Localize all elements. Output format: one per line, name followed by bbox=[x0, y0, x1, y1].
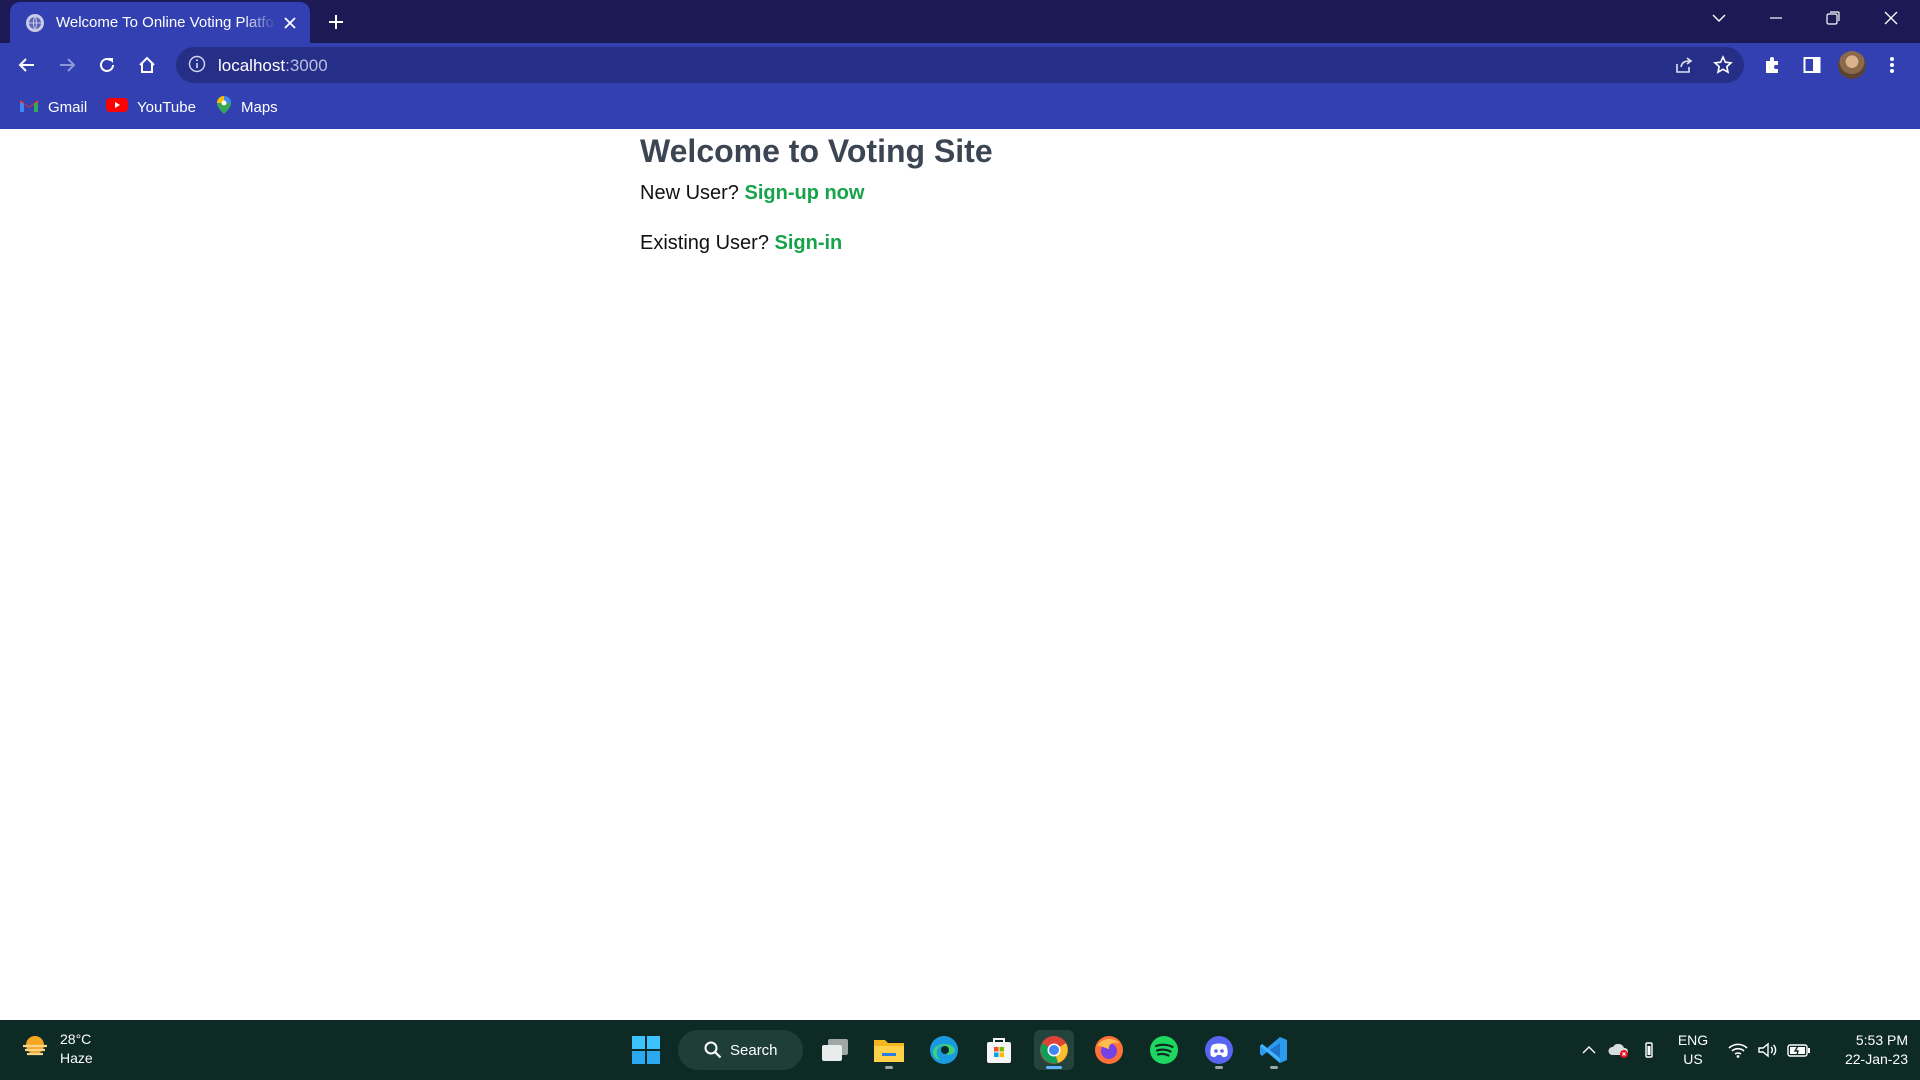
taskbar-search-label: Search bbox=[730, 1041, 778, 1059]
keyboard-region: US bbox=[1683, 1051, 1703, 1067]
clock[interactable]: 5:53 PM 22-Jan-23 bbox=[1822, 1020, 1912, 1080]
profile-avatar[interactable] bbox=[1838, 51, 1866, 79]
vscode-icon[interactable] bbox=[1254, 1030, 1294, 1070]
clock-time: 5:53 PM bbox=[1855, 1032, 1908, 1048]
show-hidden-icons-chevron-up-icon[interactable] bbox=[1578, 1020, 1600, 1080]
new-user-prompt: New User? bbox=[640, 182, 739, 204]
browser-tabstrip: Welcome To Online Voting Platform bbox=[0, 0, 1920, 43]
weather-temperature: 28°C bbox=[60, 1031, 92, 1047]
volume-icon[interactable] bbox=[1756, 1020, 1780, 1080]
youtube-icon bbox=[106, 97, 128, 118]
haze-weather-icon bbox=[20, 1034, 50, 1065]
welcome-container: Welcome to Voting Site New User? Sign-up… bbox=[640, 131, 993, 257]
weather-widget[interactable]: 28°C Haze bbox=[20, 1030, 93, 1068]
signup-link[interactable]: Sign-up now bbox=[744, 182, 864, 204]
forward-icon[interactable] bbox=[52, 50, 82, 80]
back-icon[interactable] bbox=[12, 50, 42, 80]
wifi-icon[interactable] bbox=[1726, 1020, 1750, 1080]
more-menu-icon[interactable] bbox=[1877, 50, 1907, 80]
windows-taskbar: 28°C Haze Search ENG US 5:53 PM 22-Jan-2… bbox=[0, 1020, 1920, 1080]
close-tab-icon[interactable] bbox=[280, 13, 300, 33]
maps-icon bbox=[216, 95, 232, 120]
onedrive-error-icon[interactable] bbox=[1606, 1020, 1632, 1080]
bookmark-star-icon[interactable] bbox=[1711, 53, 1735, 77]
running-indicator bbox=[885, 1066, 893, 1069]
chrome-icon[interactable] bbox=[1034, 1030, 1074, 1070]
running-indicator bbox=[1215, 1066, 1223, 1069]
edge-icon[interactable] bbox=[924, 1030, 964, 1070]
weather-condition: Haze bbox=[60, 1050, 93, 1066]
bookmark-maps[interactable]: Maps bbox=[216, 95, 278, 120]
taskbar-search[interactable]: Search bbox=[678, 1030, 803, 1070]
language-code: ENG bbox=[1677, 1032, 1709, 1048]
home-icon[interactable] bbox=[132, 50, 162, 80]
url-host: localhost bbox=[218, 56, 286, 75]
existing-user-prompt: Existing User? bbox=[640, 232, 769, 254]
usb-device-icon[interactable] bbox=[1638, 1020, 1660, 1080]
new-tab-button[interactable] bbox=[324, 10, 348, 34]
bookmark-label: Gmail bbox=[48, 98, 88, 116]
search-icon bbox=[704, 1041, 722, 1059]
site-info-icon[interactable] bbox=[188, 55, 208, 75]
signin-link[interactable]: Sign-in bbox=[775, 232, 843, 254]
url-port: :3000 bbox=[285, 56, 328, 75]
minimize-icon[interactable] bbox=[1753, 0, 1799, 36]
bookmark-label: YouTube bbox=[137, 98, 196, 116]
firefox-icon[interactable] bbox=[1089, 1030, 1129, 1070]
browser-toolbar: localhost:3000 bbox=[0, 43, 1920, 86]
share-icon[interactable] bbox=[1672, 53, 1696, 77]
running-indicator bbox=[1270, 1066, 1278, 1069]
browser-tab[interactable]: Welcome To Online Voting Platform bbox=[10, 2, 310, 43]
globe-icon bbox=[26, 13, 44, 32]
signin-line: Existing User? Sign-in bbox=[640, 229, 993, 257]
reload-icon[interactable] bbox=[92, 50, 122, 80]
file-explorer-icon[interactable] bbox=[869, 1030, 909, 1070]
battery-charging-icon[interactable] bbox=[1786, 1020, 1812, 1080]
windows-start-icon bbox=[632, 1036, 660, 1064]
spotify-icon[interactable] bbox=[1144, 1030, 1184, 1070]
active-indicator bbox=[1046, 1066, 1062, 1069]
url-text: localhost:3000 bbox=[218, 56, 328, 76]
close-window-icon[interactable] bbox=[1868, 0, 1914, 36]
tab-search-icon[interactable] bbox=[1696, 0, 1742, 36]
tab-title: Welcome To Online Voting Platform bbox=[56, 14, 276, 31]
clock-date: 22-Jan-23 bbox=[1844, 1051, 1908, 1067]
side-panel-icon[interactable] bbox=[1797, 50, 1827, 80]
bookmark-gmail[interactable]: Gmail bbox=[19, 96, 87, 118]
language-indicator[interactable]: ENG US bbox=[1668, 1020, 1718, 1080]
discord-icon[interactable] bbox=[1199, 1030, 1239, 1070]
bookmarks-bar: Gmail YouTube Maps bbox=[0, 86, 1920, 129]
address-bar[interactable]: localhost:3000 bbox=[176, 47, 1744, 83]
bookmark-youtube[interactable]: YouTube bbox=[106, 96, 196, 118]
start-button[interactable] bbox=[626, 1030, 666, 1070]
page-viewport: Welcome to Voting Site New User? Sign-up… bbox=[0, 129, 1920, 1020]
gmail-icon bbox=[19, 97, 39, 118]
extensions-icon[interactable] bbox=[1757, 50, 1787, 80]
restore-icon[interactable] bbox=[1810, 0, 1856, 36]
page-title: Welcome to Voting Site bbox=[640, 133, 993, 169]
microsoft-store-icon[interactable] bbox=[979, 1030, 1019, 1070]
bookmark-label: Maps bbox=[241, 98, 278, 116]
task-view-icon[interactable] bbox=[815, 1030, 855, 1070]
signup-line: New User? Sign-up now bbox=[640, 179, 993, 207]
